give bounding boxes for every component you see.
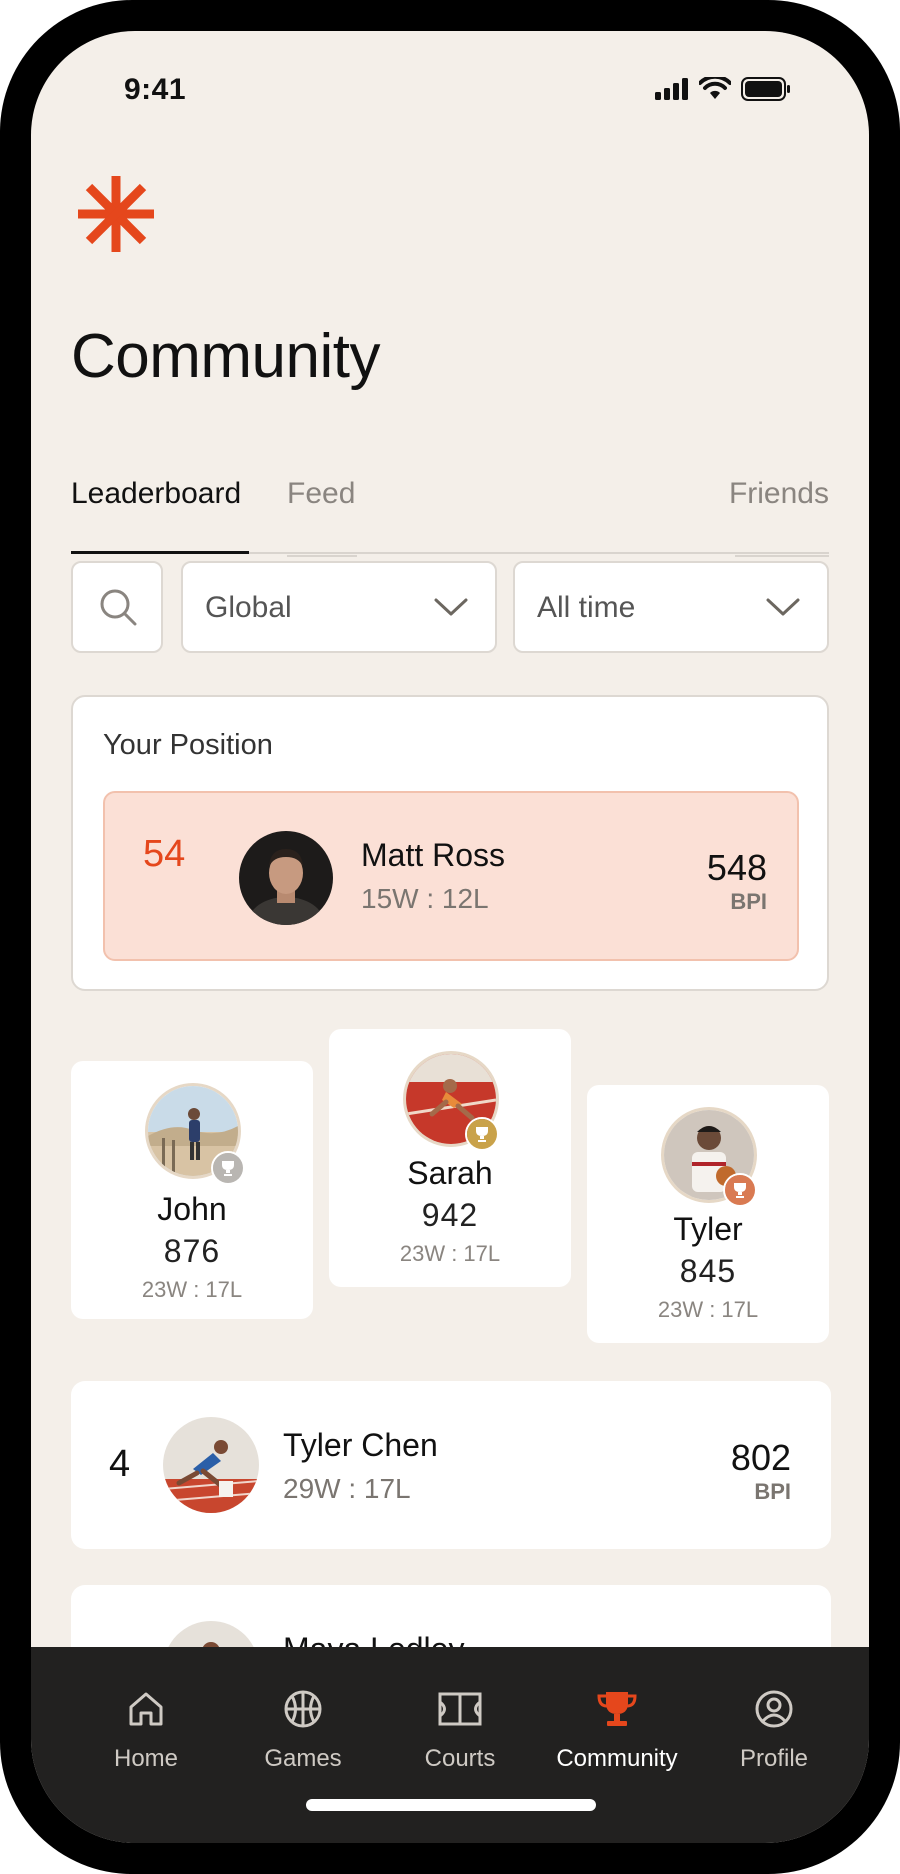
home-icon: [129, 1692, 163, 1726]
nav-courts[interactable]: Courts: [390, 1687, 530, 1773]
scope-dropdown[interactable]: Global: [181, 561, 497, 653]
nav-home[interactable]: Home: [76, 1687, 216, 1773]
period-dropdown-value: All time: [537, 591, 636, 624]
status-time: 9:41: [124, 73, 187, 106]
battery-icon: [741, 77, 790, 101]
your-score-unit: BPI: [730, 889, 767, 914]
search-icon: [100, 589, 137, 626]
cellular-signal-icon: [655, 78, 688, 100]
home-indicator[interactable]: [306, 1799, 596, 1811]
podium-name: John: [157, 1191, 227, 1227]
nav-courts-label: Courts: [424, 1745, 496, 1772]
status-icons: [655, 77, 791, 101]
search-button[interactable]: [71, 561, 163, 653]
nav-profile[interactable]: Profile: [704, 1687, 844, 1773]
profile-icon: [755, 1690, 793, 1728]
podium-name: Sarah: [407, 1155, 493, 1191]
your-score: 548: [706, 847, 767, 888]
bronze-trophy-badge-icon: [723, 1173, 757, 1207]
bottom-navigation: Home Games Courts Community Profile: [31, 1647, 869, 1843]
podium-score: 876: [163, 1233, 221, 1269]
podium-score: 845: [679, 1253, 737, 1289]
nav-games[interactable]: Games: [233, 1687, 373, 1773]
leaderboard-row[interactable]: 4 Tyler Chen 29W : 17L 802 BPI: [71, 1381, 831, 1549]
tab-friends[interactable]: Friends: [729, 477, 829, 511]
podium-card-third[interactable]: Tyler 845 23W : 17L: [587, 1085, 829, 1343]
avatar: [163, 1417, 259, 1513]
trophy-icon: [597, 1692, 637, 1726]
active-tab-indicator: [71, 551, 249, 554]
nav-community-label: Community: [556, 1745, 678, 1772]
wifi-icon: [699, 77, 731, 99]
podium-score: 942: [421, 1197, 479, 1233]
your-record: 15W : 12L: [361, 883, 489, 914]
podium-card-first[interactable]: Sarah 942 23W : 17L: [329, 1029, 571, 1287]
podium-name: Tyler: [673, 1211, 743, 1247]
your-rank: 54: [143, 833, 186, 875]
court-icon: [438, 1692, 482, 1726]
row-score-unit: BPI: [754, 1479, 791, 1504]
your-position-row[interactable]: 54 Matt Ross 15W : 12L 548 BPI: [103, 791, 799, 961]
tab-bar: Leaderboard Feed Friends: [71, 441, 829, 557]
tab-feed-underline: [287, 555, 357, 557]
period-dropdown[interactable]: All time: [513, 561, 829, 653]
tab-leaderboard[interactable]: Leaderboard: [71, 477, 241, 511]
row-record: 29W : 17L: [283, 1473, 411, 1504]
silver-trophy-badge-icon: [211, 1151, 245, 1185]
nav-community[interactable]: Community: [547, 1687, 687, 1773]
your-name: Matt Ross: [361, 837, 506, 873]
tab-feed[interactable]: Feed: [287, 477, 355, 511]
tab-friends-underline: [735, 555, 829, 557]
nav-home-label: Home: [113, 1745, 179, 1772]
gold-trophy-badge-icon: [465, 1117, 499, 1151]
scope-dropdown-value: Global: [205, 591, 292, 624]
nav-profile-label: Profile: [739, 1745, 809, 1772]
chevron-down-icon: [434, 598, 468, 616]
row-name: Tyler Chen: [283, 1427, 438, 1463]
row-rank: 4: [109, 1443, 131, 1485]
podium-record: 23W : 17L: [399, 1241, 501, 1266]
row-score: 802: [730, 1437, 791, 1478]
nav-games-label: Games: [264, 1745, 342, 1772]
basketball-icon: [284, 1690, 322, 1728]
page-title: Community: [71, 322, 381, 391]
app-screen: 9:41 Community Leaderboard Feed Friends …: [31, 31, 869, 1843]
podium-record: 23W : 17L: [141, 1277, 243, 1302]
your-position-heading: Your Position: [103, 729, 273, 761]
podium-card-second[interactable]: John 876 23W : 17L: [71, 1061, 313, 1319]
podium-record: 23W : 17L: [657, 1297, 759, 1322]
device-frame: 9:41 Community Leaderboard Feed Friends …: [0, 0, 900, 1874]
your-position-card: Your Position 54 Matt Ross 15W : 12L 548…: [71, 695, 829, 991]
app-logo-asterisk-icon: [78, 176, 154, 252]
chevron-down-icon: [766, 598, 800, 616]
avatar: [239, 831, 333, 925]
